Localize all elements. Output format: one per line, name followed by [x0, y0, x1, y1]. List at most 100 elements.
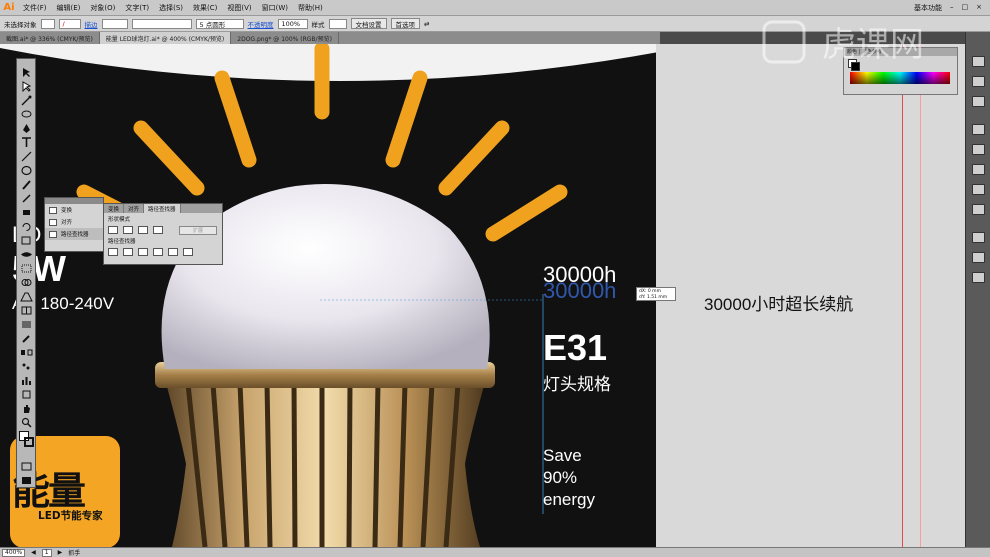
trim-icon[interactable]: [123, 248, 133, 256]
zoom-field[interactable]: 400%: [2, 548, 26, 557]
eraser-tool-icon[interactable]: [20, 203, 33, 215]
variable-width-dropdown[interactable]: [131, 18, 192, 29]
zoom-tool-icon[interactable]: [20, 413, 33, 428]
perspective-grid-tool-icon[interactable]: [20, 287, 33, 302]
draw-mode-icon[interactable]: [20, 457, 33, 471]
pasteboard[interactable]: 30000小时超长续航: [680, 44, 965, 547]
stroke-swatch[interactable]: /: [58, 18, 81, 29]
type-tool-icon[interactable]: [20, 133, 33, 147]
appearance-icon[interactable]: [972, 232, 985, 243]
text-socket-desc[interactable]: 灯头规格: [543, 370, 611, 395]
stroke-link[interactable]: 描边: [85, 19, 98, 29]
paintbrush-tool-icon[interactable]: [20, 175, 33, 190]
magic-wand-icon[interactable]: [20, 91, 33, 106]
direct-selection-tool-icon[interactable]: [20, 77, 33, 93]
maximize-icon[interactable]: □: [962, 3, 969, 13]
minus-front-icon[interactable]: [123, 226, 133, 234]
text-socket-code[interactable]: E31: [543, 327, 607, 369]
artboard-tool-icon[interactable]: [20, 385, 33, 399]
next-artboard-icon[interactable]: ▶: [58, 549, 63, 556]
text-save[interactable]: Save: [543, 446, 582, 466]
menu-help[interactable]: 帮助(H): [293, 3, 328, 13]
menu-window[interactable]: 窗口(W): [257, 3, 293, 13]
transparency-icon[interactable]: [972, 204, 985, 215]
stroke-weight-field[interactable]: [101, 18, 128, 29]
minimize-icon[interactable]: –: [950, 3, 954, 13]
brushes-icon[interactable]: [972, 124, 985, 135]
lasso-tool-icon[interactable]: [20, 105, 33, 118]
close-icon[interactable]: ×: [976, 3, 982, 13]
fill-swatch[interactable]: [40, 18, 55, 29]
hand-tool-icon[interactable]: [20, 399, 33, 413]
menu-type[interactable]: 文字(T): [120, 3, 154, 13]
mesh-tool-icon[interactable]: [20, 301, 33, 315]
stroke-indicator[interactable]: [24, 437, 34, 447]
width-tool-icon[interactable]: [20, 245, 33, 257]
shape-builder-tool-icon[interactable]: [20, 273, 33, 286]
crop-icon[interactable]: [153, 248, 163, 256]
preferences-button[interactable]: 首选项: [390, 18, 420, 29]
tab-screenshot[interactable]: 截图.ai* @ 336% (CMYK/预览): [0, 32, 100, 44]
tab-led-bulb[interactable]: 能量 LED球泡灯.ai* @ 400% (CMYK/预览): [99, 32, 232, 44]
menu-file[interactable]: 文件(F): [18, 3, 52, 13]
style-dropdown[interactable]: [328, 18, 347, 29]
text-energy[interactable]: energy: [543, 490, 595, 510]
rotate-tool-icon[interactable]: [20, 217, 33, 231]
color-spectrum[interactable]: [850, 72, 950, 84]
gradient-icon[interactable]: [972, 184, 985, 195]
color-panel-icon[interactable]: [972, 56, 985, 67]
opacity-field[interactable]: 100%: [277, 18, 308, 29]
first-artboard-icon[interactable]: ◀: [31, 549, 36, 556]
pasteboard-text[interactable]: 30000小时超长续航: [704, 290, 853, 315]
symbols-icon[interactable]: [972, 144, 985, 155]
exclude-icon[interactable]: [153, 226, 163, 234]
scale-tool-icon[interactable]: [20, 231, 33, 245]
symbol-sprayer-tool-icon[interactable]: [20, 357, 33, 370]
layers-icon[interactable]: [972, 272, 985, 283]
artboard-canvas[interactable]: LO 5W AC 180-240V 30000h 30000h E31 灯头规格…: [0, 44, 680, 547]
free-transform-tool-icon[interactable]: [20, 259, 33, 273]
unite-icon[interactable]: [108, 226, 118, 234]
pathfinder-panel[interactable]: 变换 对齐 路径查找器 形状模式 扩展 路径查找器: [103, 203, 223, 265]
minus-back-icon[interactable]: [183, 248, 193, 256]
menu-object[interactable]: 对象(O): [85, 3, 120, 13]
selection-tool-icon[interactable]: [20, 63, 33, 77]
panel-item-align[interactable]: 对齐: [45, 216, 103, 228]
document-setup-button[interactable]: 文档设置: [350, 18, 387, 29]
pen-tool-icon[interactable]: [20, 119, 33, 133]
stroke-icon[interactable]: [972, 164, 985, 175]
intersect-icon[interactable]: [138, 226, 148, 234]
opacity-link[interactable]: 不透明度: [248, 19, 274, 29]
menu-effect[interactable]: 效果(C): [188, 3, 222, 13]
swatches-icon[interactable]: [972, 96, 985, 107]
screen-mode-icon[interactable]: [20, 471, 33, 484]
panel-item-pathfinder[interactable]: 路径查找器: [45, 228, 103, 240]
merge-icon[interactable]: [138, 248, 148, 256]
tab-2dog[interactable]: 2DOG.png* @ 100% (RGB/预览): [231, 32, 339, 44]
divide-icon[interactable]: [108, 248, 118, 256]
tab-transform[interactable]: 变换: [104, 204, 125, 213]
tab-align[interactable]: 对齐: [124, 204, 145, 213]
pencil-tool-icon[interactable]: [20, 189, 33, 203]
column-graph-tool-icon[interactable]: [20, 371, 33, 385]
menu-select[interactable]: 选择(S): [154, 3, 188, 13]
menu-edit[interactable]: 编辑(E): [52, 3, 86, 13]
arrange-icon[interactable]: ⇄: [424, 20, 429, 28]
blend-tool-icon[interactable]: [20, 343, 33, 356]
expand-button[interactable]: 扩展: [179, 226, 217, 235]
text-hours-dragging[interactable]: 30000h: [543, 278, 616, 304]
eyedropper-tool-icon[interactable]: [20, 329, 33, 343]
gradient-tool-icon[interactable]: [20, 315, 33, 328]
color-guide-icon[interactable]: [972, 76, 985, 87]
brush-dropdown[interactable]: 5 点圆形: [195, 18, 244, 29]
tab-pathfinder[interactable]: 路径查找器: [144, 204, 181, 213]
artboard-number-field[interactable]: 1: [41, 548, 52, 557]
text-save-percent[interactable]: 90%: [543, 468, 577, 488]
collapsed-panel-group[interactable]: 变换 对齐 路径查找器: [44, 197, 104, 252]
ellipse-tool-icon[interactable]: [20, 161, 33, 176]
outline-icon[interactable]: [168, 248, 178, 256]
panel-item-transform[interactable]: 变换: [45, 204, 103, 216]
line-tool-icon[interactable]: [20, 147, 33, 162]
workspace-switcher[interactable]: 基本功能: [914, 3, 942, 13]
graphic-styles-icon[interactable]: [972, 252, 985, 263]
